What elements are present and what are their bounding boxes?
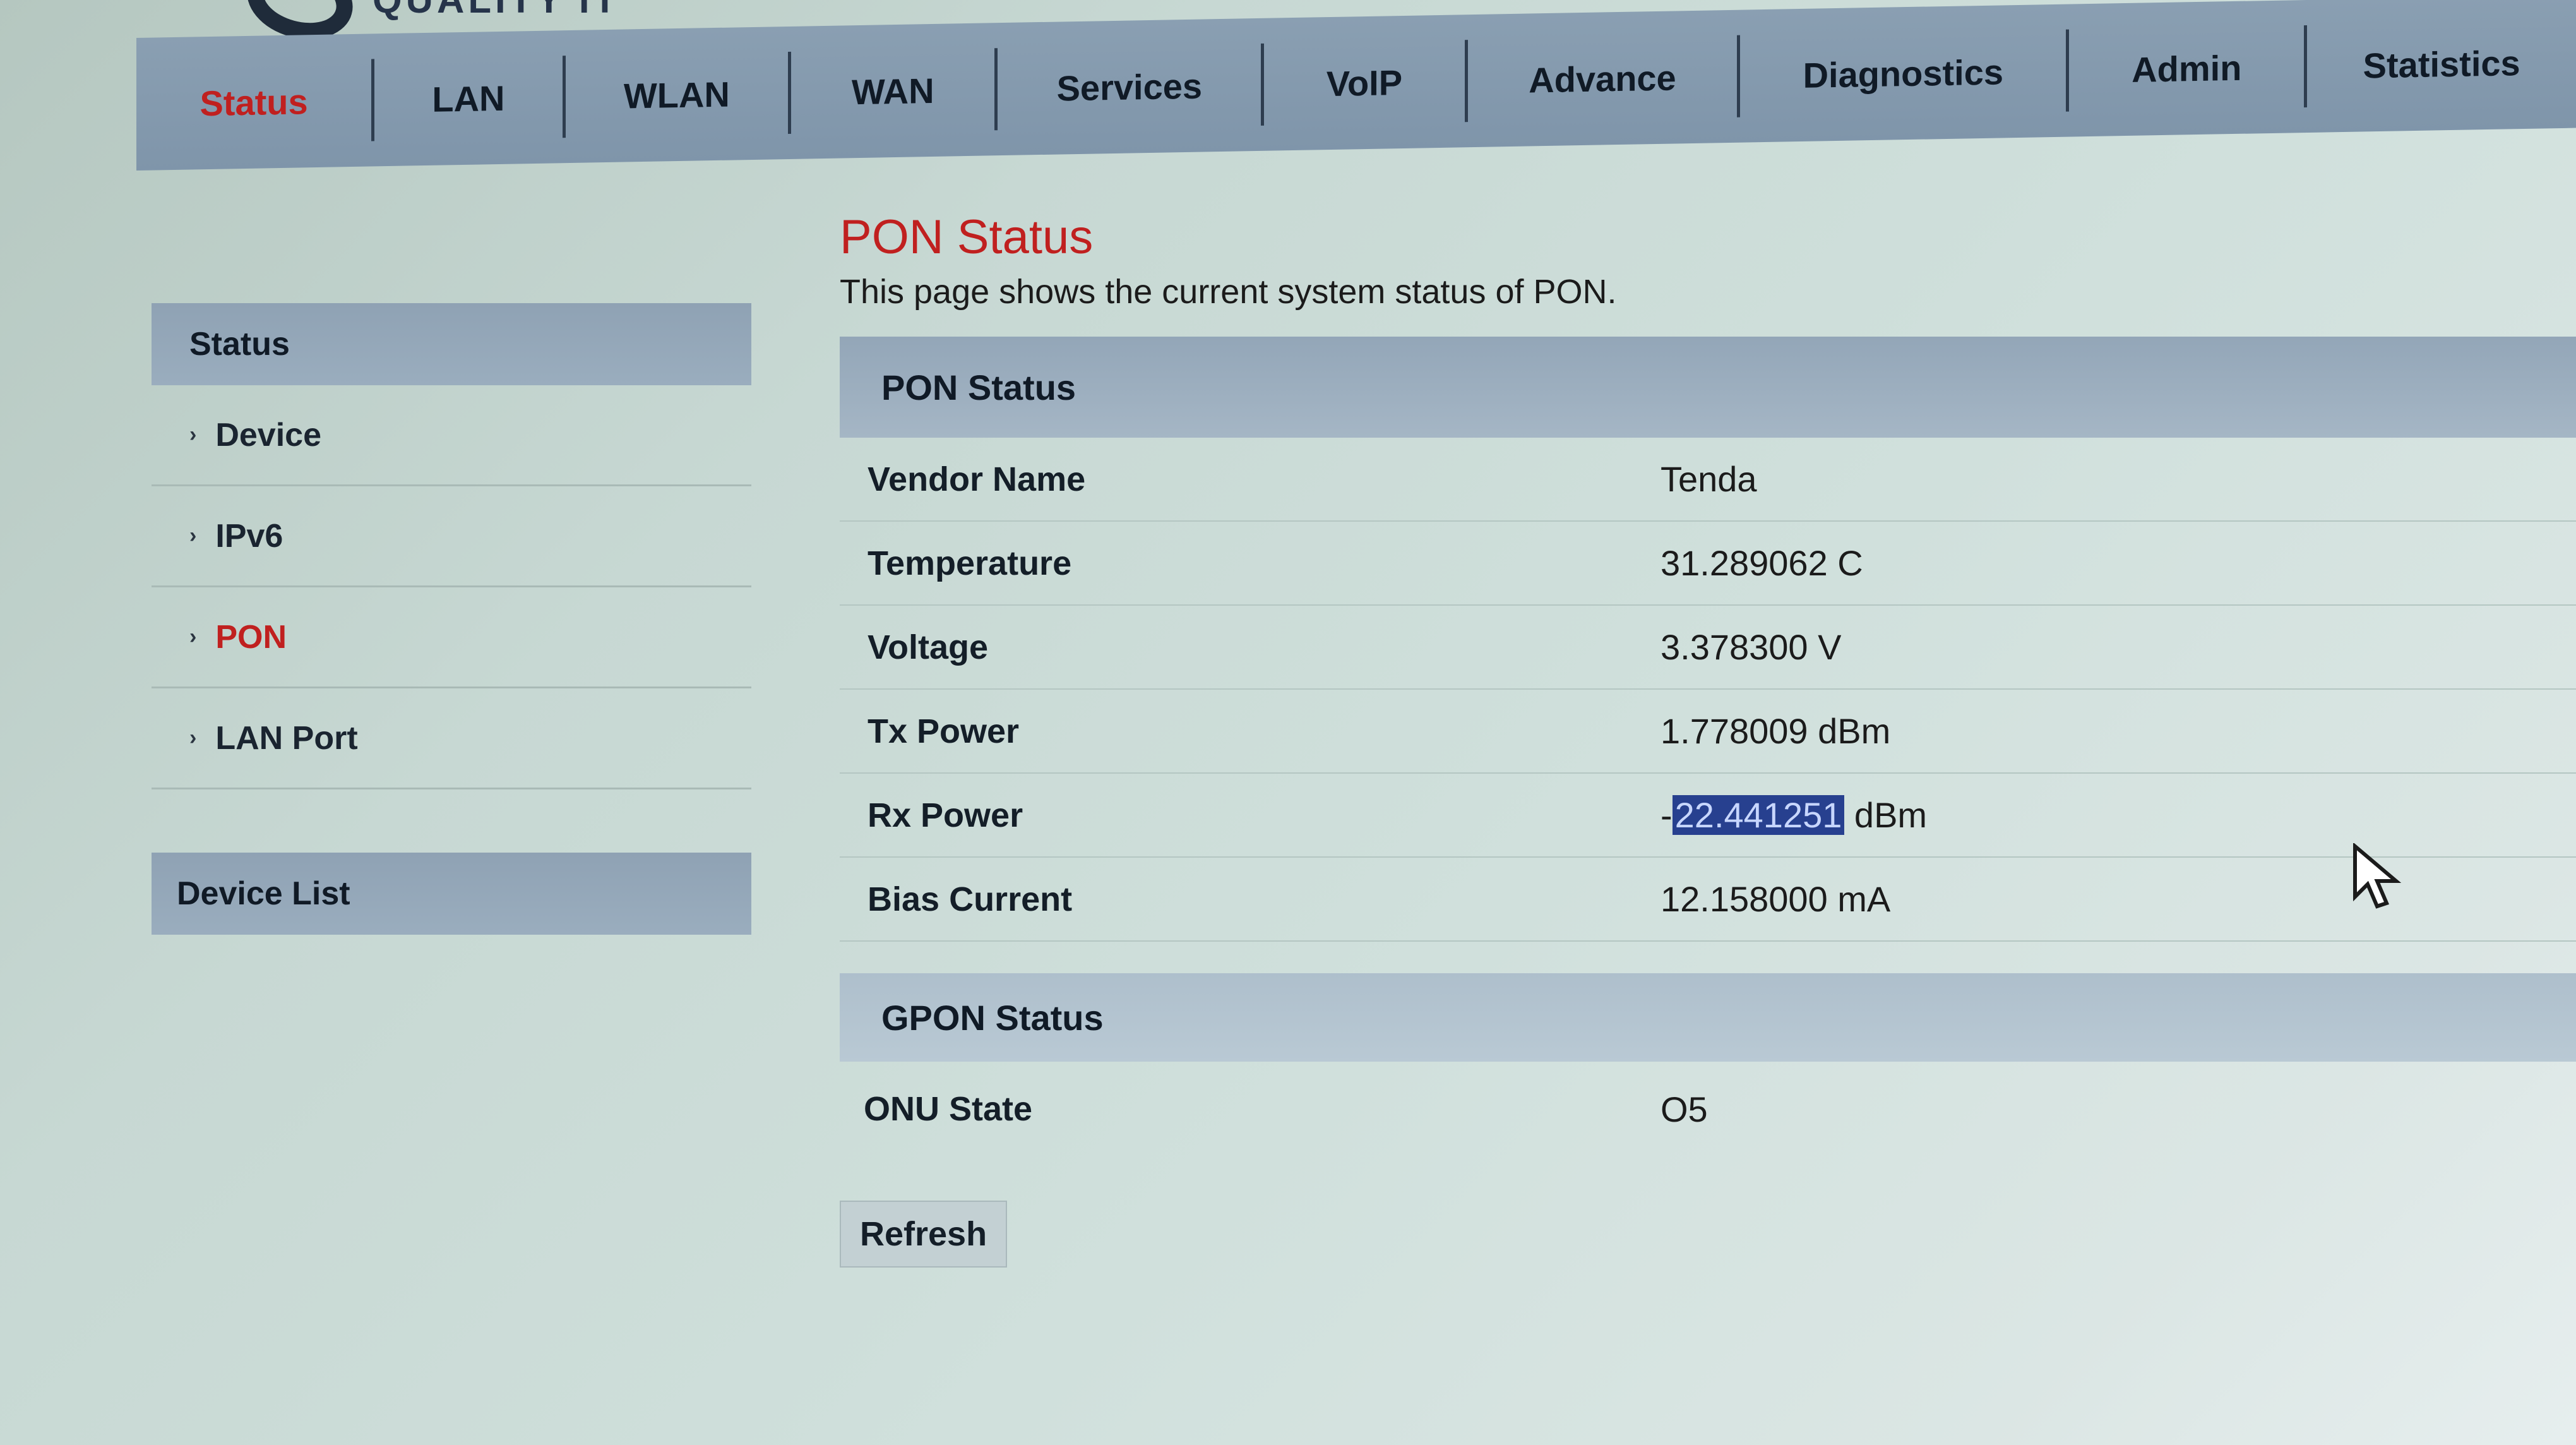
row-value: Tenda	[1661, 459, 1757, 500]
table-row: Bias Current 12.158000 mA	[840, 858, 2576, 942]
page-title: PON Status	[840, 210, 1094, 264]
sidebar-item-label: IPv6	[215, 517, 283, 555]
table-row: Voltage 3.378300 V	[840, 606, 2576, 690]
nav-tab-advance[interactable]: Advance	[1467, 35, 1741, 123]
row-label: ONU State	[864, 1090, 1033, 1129]
mouse-pointer-icon	[2353, 843, 2402, 909]
row-value: 31.289062 C	[1661, 543, 1863, 584]
table-row: Temperature 31.289062 C	[840, 522, 2576, 606]
nav-tab-diagnostics[interactable]: Diagnostics	[1740, 29, 2070, 117]
main-content: PON Status This page shows the current s…	[840, 208, 2576, 1268]
nav-tab-wlan[interactable]: WLAN	[565, 51, 791, 138]
chevron-right-icon: ›	[189, 625, 197, 649]
sidebar-item-lan-port[interactable]: › LAN Port	[152, 688, 751, 789]
chevron-right-icon: ›	[189, 726, 197, 750]
table-row: Tx Power 1.778009 dBm	[840, 690, 2576, 774]
table-row: ONU State O5	[840, 1062, 2576, 1156]
row-label: Tx Power	[868, 712, 1020, 750]
row-label: Voltage	[868, 628, 989, 666]
sidebar-item-label: PON	[215, 618, 287, 656]
chevron-right-icon: ›	[189, 423, 197, 447]
row-value: 12.158000 mA	[1661, 879, 1891, 920]
table-row: Vendor Name Tenda	[840, 438, 2576, 522]
row-label: Rx Power	[868, 796, 1023, 834]
selected-text: 22.441251	[1672, 795, 1845, 836]
sidebar-item-label: LAN Port	[215, 719, 358, 757]
sidebar-header-status[interactable]: Status	[152, 303, 751, 385]
sidebar-item-pon[interactable]: › PON	[152, 587, 751, 688]
value-unit: dBm	[1844, 795, 1928, 836]
nav-tab-wan[interactable]: WAN	[790, 48, 998, 134]
nav-tab-statistics[interactable]: Statistics	[2307, 21, 2576, 107]
sidebar-item-label: Device	[215, 416, 322, 453]
refresh-button[interactable]: Refresh	[840, 1201, 1008, 1268]
gpon-status-section-header: GPON Status	[840, 973, 2576, 1062]
value-sign: -	[1661, 795, 1673, 836]
page-description: This page shows the current system statu…	[840, 273, 1617, 311]
row-value: 3.378300 V	[1661, 627, 1842, 668]
sidebar-item-ipv6[interactable]: › IPv6	[152, 486, 751, 587]
sidebar-header-device-list[interactable]: Device List	[152, 853, 751, 935]
chevron-right-icon: ›	[189, 524, 197, 548]
row-value: 1.778009 dBm	[1661, 711, 1891, 752]
nav-tab-lan[interactable]: LAN	[374, 56, 566, 141]
pon-status-section-header: PON Status	[840, 337, 2576, 438]
sidebar-item-device[interactable]: › Device	[152, 385, 751, 486]
nav-tab-admin[interactable]: Admin	[2069, 25, 2308, 112]
row-label: Temperature	[868, 544, 1072, 582]
row-value: O5	[1661, 1089, 1708, 1129]
row-label: Vendor Name	[868, 460, 1086, 498]
row-label: Bias Current	[868, 880, 1073, 918]
sidebar: Status › Device › IPv6 › PON › LAN Port …	[152, 303, 751, 935]
rx-power-value: -22.441251 dBm	[1661, 794, 1927, 836]
nav-tab-services[interactable]: Services	[998, 43, 1265, 131]
nav-tab-status[interactable]: Status	[136, 59, 375, 145]
table-row: Rx Power -22.441251 dBm	[840, 774, 2576, 858]
nav-tab-voip[interactable]: VoIP	[1264, 40, 1468, 126]
